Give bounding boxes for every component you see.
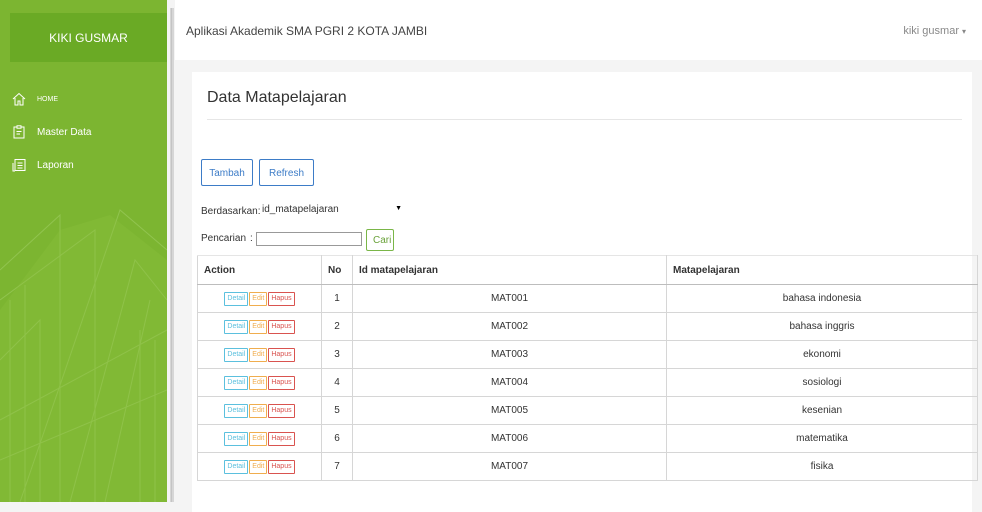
hapus-button[interactable]: Hapus <box>268 319 295 334</box>
detail-button[interactable]: Detail <box>224 375 249 390</box>
refresh-button[interactable]: Refresh <box>259 159 314 186</box>
action-cell: Detail Edit Hapus <box>197 312 322 341</box>
id-matapelajaran-cell: MAT002 <box>352 312 667 341</box>
hapus-button[interactable]: Hapus <box>268 347 295 362</box>
page-title: Data Matapelajaran <box>207 89 347 106</box>
row-number: 3 <box>321 340 353 369</box>
matapelajaran-cell: fisika <box>666 452 978 481</box>
edit-button[interactable]: Edit <box>249 403 268 418</box>
table-row: Detail Edit Hapus 1 MAT001 bahasa indonesia <box>197 284 978 313</box>
id-matapelajaran-cell: MAT004 <box>352 368 667 397</box>
row-number: 2 <box>321 312 353 341</box>
action-cell: Detail Edit Hapus <box>197 368 322 397</box>
row-number: 4 <box>321 368 353 397</box>
detail-button[interactable]: Detail <box>224 347 249 362</box>
tambah-button[interactable]: Tambah <box>201 159 253 186</box>
action-cell: Detail Edit Hapus <box>197 452 322 481</box>
id-matapelajaran-cell: MAT001 <box>352 284 667 313</box>
sidebar-item-label: Master Data <box>37 127 92 138</box>
id-matapelajaran-cell: MAT003 <box>352 340 667 369</box>
search-label: Pencarian <box>201 233 247 244</box>
hapus-button[interactable]: Hapus <box>268 403 295 418</box>
home-icon <box>12 92 26 106</box>
matapelajaran-cell: sosiologi <box>666 368 978 397</box>
edit-button[interactable]: Edit <box>249 347 268 362</box>
filter-selected-value: id_matapelajaran <box>262 204 339 215</box>
hapus-button[interactable]: Hapus <box>268 431 295 446</box>
sidebar-item-laporan[interactable]: Laporan <box>0 154 167 187</box>
matapelajaran-cell: matematika <box>666 424 978 453</box>
action-cell: Detail Edit Hapus <box>197 284 322 313</box>
app-title: Aplikasi Akademik SMA PGRI 2 KOTA JAMBI <box>186 24 428 38</box>
matapelajaran-cell: kesenian <box>666 396 978 425</box>
detail-button[interactable]: Detail <box>224 459 249 474</box>
table-row: Detail Edit Hapus 3 MAT003 ekonomi <box>197 340 978 369</box>
matapelajaran-cell: bahasa inggris <box>666 312 978 341</box>
hapus-button[interactable]: Hapus <box>268 291 295 306</box>
brand-name: KIKI GUSMAR <box>49 31 128 45</box>
user-name: kiki gusmar <box>903 25 959 37</box>
sidebar-nav: HOME Master Data Laporan <box>0 88 167 187</box>
matapelajaran-table: Action No Id matapelajaran Matapelajaran… <box>197 255 978 481</box>
id-matapelajaran-cell: MAT007 <box>352 452 667 481</box>
content-panel: Data Matapelajaran Tambah Refresh Berdas… <box>192 72 978 512</box>
detail-button[interactable]: Detail <box>224 319 249 334</box>
edit-button[interactable]: Edit <box>249 431 268 446</box>
row-number: 1 <box>321 284 353 313</box>
edit-button[interactable]: Edit <box>249 291 268 306</box>
row-number: 7 <box>321 452 353 481</box>
sidebar-divider <box>171 8 172 502</box>
filter-select[interactable]: id_matapelajaran ▼ <box>262 204 410 220</box>
chevron-down-icon: ▾ <box>961 27 966 36</box>
edit-button[interactable]: Edit <box>249 319 268 334</box>
report-icon <box>12 159 26 172</box>
search-input[interactable] <box>256 232 362 246</box>
hapus-button[interactable]: Hapus <box>268 459 295 474</box>
top-header: Aplikasi Akademik SMA PGRI 2 KOTA JAMBI … <box>175 0 982 60</box>
filter-label: Berdasarkan: <box>201 206 261 217</box>
table-row: Detail Edit Hapus 2 MAT002 bahasa inggris <box>197 312 978 341</box>
cari-button[interactable]: Cari <box>366 229 394 251</box>
sidebar-item-label: Laporan <box>37 160 74 171</box>
table-body: Detail Edit Hapus 1 MAT001 bahasa indonesia De… <box>197 284 978 481</box>
action-cell: Detail Edit Hapus <box>197 424 322 453</box>
table-row: Detail Edit Hapus 5 MAT005 kesenian <box>197 396 978 425</box>
sidebar: KIKI GUSMAR HOME Master Data Laporan <box>0 0 167 502</box>
detail-button[interactable]: Detail <box>224 291 249 306</box>
brand[interactable]: KIKI GUSMAR <box>10 13 167 62</box>
user-menu[interactable]: kiki gusmar ▾ <box>903 25 966 37</box>
table-row: Detail Edit Hapus 4 MAT004 sosiologi <box>197 368 978 397</box>
id-matapelajaran-cell: MAT005 <box>352 396 667 425</box>
title-divider <box>207 119 962 120</box>
edit-button[interactable]: Edit <box>249 459 268 474</box>
sidebar-item-label: HOME <box>37 96 58 103</box>
dropdown-arrow-icon: ▼ <box>395 205 402 212</box>
search-colon: : <box>250 233 253 244</box>
action-cell: Detail Edit Hapus <box>197 396 322 425</box>
table-row: Detail Edit Hapus 7 MAT007 fisika <box>197 452 978 481</box>
action-cell: Detail Edit Hapus <box>197 340 322 369</box>
detail-button[interactable]: Detail <box>224 403 249 418</box>
clipboard-icon <box>13 125 25 139</box>
table-header-row: Action No Id matapelajaran Matapelajaran <box>197 255 978 285</box>
column-header-action: Action <box>197 255 322 285</box>
column-header-matapelajaran: Matapelajaran <box>666 255 978 285</box>
detail-button[interactable]: Detail <box>224 431 249 446</box>
matapelajaran-cell: bahasa indonesia <box>666 284 978 313</box>
table-row: Detail Edit Hapus 6 MAT006 matematika <box>197 424 978 453</box>
hapus-button[interactable]: Hapus <box>268 375 295 390</box>
column-header-no: No <box>321 255 353 285</box>
row-number: 6 <box>321 424 353 453</box>
column-header-id: Id matapelajaran <box>352 255 667 285</box>
sidebar-item-home[interactable]: HOME <box>0 88 167 121</box>
matapelajaran-cell: ekonomi <box>666 340 978 369</box>
id-matapelajaran-cell: MAT006 <box>352 424 667 453</box>
sidebar-building-background <box>0 209 167 502</box>
edit-button[interactable]: Edit <box>249 375 268 390</box>
row-number: 5 <box>321 396 353 425</box>
sidebar-item-master-data[interactable]: Master Data <box>0 121 167 154</box>
